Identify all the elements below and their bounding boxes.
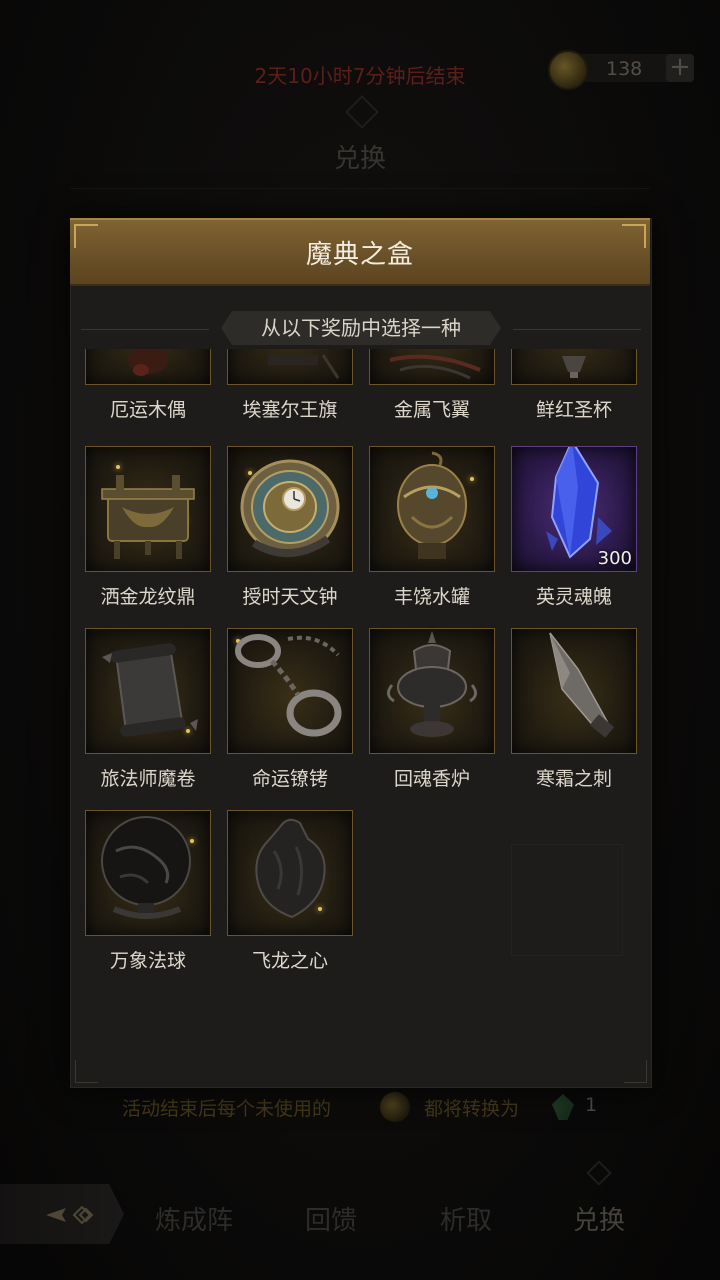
reward-item-frame	[85, 446, 211, 572]
reward-item[interactable]: 回魂香炉	[369, 628, 495, 791]
modal-header: 魔典之盒	[70, 218, 650, 286]
reward-item-frame	[369, 446, 495, 572]
reward-item-label: 洒金龙纹鼎	[100, 586, 196, 608]
reward-choice-modal: 魔典之盒 从以下奖励中选择一种 厄运木偶 埃塞尔王旗 金属飞翼 鲜红圣杯 洒金龙…	[70, 218, 652, 1088]
corner-ornament-icon	[624, 1060, 647, 1083]
reward-item[interactable]: 洒金龙纹鼎	[85, 446, 211, 609]
reward-item-label: 寒霜之刺	[535, 768, 612, 790]
cursed-doll-icon	[128, 349, 168, 376]
reward-item-frame	[227, 810, 353, 936]
reward-item-frame	[511, 628, 637, 754]
reward-item[interactable]: 金属飞翼	[369, 349, 495, 422]
modal-subtitle-row: 从以下奖励中选择一种	[71, 311, 651, 347]
reward-item[interactable]: 旅法师魔卷	[85, 628, 211, 791]
incense-burner-icon	[387, 631, 477, 737]
reward-item-frame	[511, 349, 637, 385]
reward-item[interactable]: 丰饶水罐	[369, 446, 495, 609]
reward-item[interactable]: 万象法球	[85, 810, 211, 973]
metal-wing-icon	[389, 354, 481, 380]
reward-item-label: 飞龙之心	[251, 950, 328, 972]
reward-item-label: 回魂香炉	[393, 768, 470, 790]
corner-ornament-icon	[75, 1060, 98, 1083]
modal-title: 魔典之盒	[305, 240, 414, 270]
royal-banner-icon	[268, 354, 340, 379]
screen: 2天10小时7分钟后结束 138 + 兑换 活动结束后每个未使用的 都将转换为 …	[0, 0, 720, 1280]
reward-item-label: 旅法师魔卷	[100, 768, 196, 790]
divider	[513, 329, 641, 330]
divider	[81, 329, 209, 330]
reward-item-label: 埃塞尔王旗	[242, 399, 338, 421]
reward-item[interactable]: 命运镣铐	[227, 628, 353, 791]
reward-item-frame	[369, 349, 495, 385]
reward-item-frame	[227, 349, 353, 385]
reward-item-count: 300	[597, 548, 632, 569]
modal-subtitle: 从以下奖励中选择一种	[221, 311, 501, 345]
reward-grid[interactable]: 厄运木偶 埃塞尔王旗 金属飞翼 鲜红圣杯 洒金龙纹鼎 授时天文钟 丰饶水罐 30…	[71, 349, 651, 1069]
water-jar-icon	[397, 451, 467, 559]
reward-item-label: 命运镣铐	[251, 768, 328, 790]
reward-item-frame	[369, 628, 495, 754]
reward-item-frame	[85, 810, 211, 936]
reward-item[interactable]: 300 英灵魂魄	[511, 446, 637, 609]
magic-scroll-icon	[102, 643, 198, 737]
reward-item[interactable]: 授时天文钟	[227, 446, 353, 609]
reward-item[interactable]: 厄运木偶	[85, 349, 211, 422]
dragon-cauldron-icon	[101, 475, 195, 559]
reward-item-label: 英灵魂魄	[535, 586, 612, 608]
reward-item-label: 金属飞翼	[393, 399, 470, 421]
magic-orb-icon	[101, 816, 191, 919]
reward-item[interactable]: 寒霜之刺	[511, 628, 637, 791]
empty-slot	[511, 844, 623, 956]
reward-item[interactable]: 飞龙之心	[227, 810, 353, 973]
astronomical-clock-icon	[240, 459, 340, 557]
reward-item[interactable]: 鲜红圣杯	[511, 349, 637, 422]
reward-item-label: 授时天文钟	[242, 586, 338, 608]
fate-shackles-icon	[235, 634, 342, 737]
reward-item-label: 厄运木偶	[109, 399, 186, 421]
crimson-grail-icon	[562, 356, 586, 378]
reward-item-label: 万象法球	[109, 950, 186, 972]
reward-item-frame-epic: 300	[511, 446, 637, 572]
reward-item-frame	[85, 628, 211, 754]
reward-item-frame	[227, 628, 353, 754]
reward-item-label: 鲜红圣杯	[535, 399, 612, 421]
dragon-heart-icon	[255, 818, 326, 919]
reward-item[interactable]: 埃塞尔王旗	[227, 349, 353, 422]
reward-item-frame	[227, 446, 353, 572]
reward-item-label: 丰饶水罐	[393, 586, 470, 608]
frost-thorn-icon	[549, 632, 615, 738]
reward-item-frame	[85, 349, 211, 385]
